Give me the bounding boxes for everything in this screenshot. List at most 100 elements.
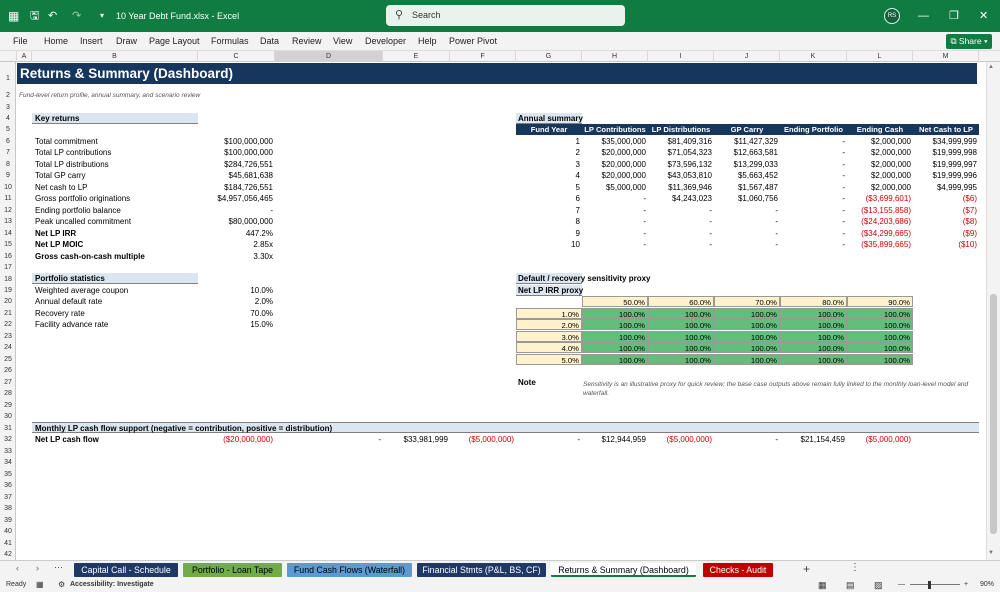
sens-cell[interactable]: 100.0% (847, 354, 913, 365)
as-cell[interactable]: $1,060,756 (714, 193, 778, 204)
sens-cell[interactable]: 100.0% (847, 331, 913, 342)
tab-options-icon[interactable]: ⋮ (850, 562, 860, 573)
monthly-cell[interactable]: $12,944,959 (582, 434, 647, 445)
share-button[interactable]: ⧉ Share ▾ (946, 34, 992, 49)
sheet-tab[interactable]: Portfolio - Loan Tape (183, 563, 282, 577)
minimize-icon[interactable]: — (918, 0, 929, 32)
as-cell[interactable]: ($10) (913, 239, 977, 250)
monthly-cell[interactable]: ($5,000,000) (450, 434, 514, 445)
scroll-thumb[interactable] (990, 294, 997, 534)
as-cell[interactable]: $35,000,000 (582, 136, 647, 147)
menu-home[interactable]: Home (44, 32, 68, 51)
row-header[interactable]: 29 (0, 400, 16, 411)
sens-row-value[interactable]: 2.0% (516, 319, 582, 330)
zoom-level[interactable]: 90% (980, 578, 994, 592)
macro-icon[interactable]: ▦ (36, 578, 44, 592)
as-fund-year[interactable]: 9 (516, 228, 580, 239)
row-header[interactable]: 16 (0, 251, 16, 262)
kr-value[interactable]: $100,000,000 (198, 136, 273, 147)
sens-row-value[interactable]: 1.0% (516, 308, 582, 319)
row-header[interactable]: 38 (0, 503, 16, 514)
as-cell[interactable]: $4,999,995 (913, 182, 977, 193)
tab-more-icon[interactable]: ⋯ (54, 562, 63, 573)
sens-cell[interactable]: 100.0% (648, 354, 714, 365)
sens-cell[interactable]: 100.0% (582, 319, 648, 330)
row-header[interactable]: 22 (0, 319, 16, 330)
row-header[interactable]: 25 (0, 354, 16, 365)
as-cell[interactable]: $1,567,487 (714, 182, 778, 193)
as-cell[interactable]: $20,000,000 (582, 159, 647, 170)
row-header[interactable]: 31 (0, 423, 16, 434)
sens-cell[interactable]: 100.0% (780, 331, 847, 342)
autosave-icon[interactable]: 🖫 (30, 0, 39, 32)
row-header[interactable]: 17 (0, 262, 16, 273)
sens-col-value[interactable]: 60.0% (648, 296, 714, 307)
sens-cell[interactable]: 100.0% (582, 308, 648, 319)
monthly-cell[interactable]: ($20,000,000) (198, 434, 273, 445)
monthly-cell[interactable]: $21,154,459 (780, 434, 846, 445)
as-fund-year[interactable]: 3 (516, 159, 580, 170)
as-cell[interactable]: - (780, 182, 845, 193)
monthly-cell[interactable]: - (275, 434, 381, 445)
column-header[interactable]: C (198, 51, 275, 62)
as-cell[interactable]: $11,427,329 (714, 136, 778, 147)
row-header[interactable]: 12 (0, 205, 16, 216)
menu-data[interactable]: Data (260, 32, 279, 51)
as-cell[interactable]: $20,000,000 (582, 147, 647, 158)
as-cell[interactable]: - (582, 193, 646, 204)
row-header[interactable]: 34 (0, 457, 16, 468)
sens-col-value[interactable]: 50.0% (582, 296, 648, 307)
as-cell[interactable]: $2,000,000 (847, 159, 911, 170)
row-header[interactable]: 13 (0, 216, 16, 227)
as-fund-year[interactable]: 4 (516, 170, 580, 181)
menu-power-pivot[interactable]: Power Pivot (449, 32, 497, 51)
row-header[interactable]: 30 (0, 411, 16, 422)
add-sheet-icon[interactable]: + (803, 562, 810, 576)
as-cell[interactable]: $19,999,996 (913, 170, 978, 181)
row-header[interactable]: 10 (0, 182, 16, 193)
as-cell[interactable]: - (780, 147, 845, 158)
redo-icon[interactable]: ↷ (72, 0, 81, 32)
sens-col-value[interactable]: 70.0% (714, 296, 780, 307)
row-header[interactable]: 39 (0, 515, 16, 526)
row-header[interactable]: 8 (0, 159, 16, 170)
kr-value[interactable]: $45,681,638 (198, 170, 274, 181)
sens-cell[interactable]: 100.0% (714, 331, 780, 342)
as-cell[interactable]: ($8) (913, 216, 977, 227)
as-cell[interactable]: ($35,899,665) (847, 239, 911, 250)
zoom-slider[interactable] (910, 584, 960, 585)
ps-value[interactable]: 10.0% (198, 285, 273, 296)
menu-developer[interactable]: Developer (365, 32, 406, 51)
ps-value[interactable]: 70.0% (198, 308, 273, 319)
ps-value[interactable]: 2.0% (198, 296, 273, 307)
tab-prev-icon[interactable]: ‹ (16, 563, 19, 573)
kr-value[interactable]: 2.85x (198, 239, 273, 250)
sens-cell[interactable]: 100.0% (648, 308, 714, 319)
zoom-out-icon[interactable]: — (898, 578, 905, 592)
as-cell[interactable]: - (780, 239, 845, 250)
as-cell[interactable]: $13,299,033 (714, 159, 779, 170)
kr-value[interactable]: $4,957,056,465 (198, 193, 273, 204)
as-cell[interactable]: $19,999,997 (913, 159, 978, 170)
column-header[interactable]: F (450, 51, 516, 62)
sens-cell[interactable]: 100.0% (582, 354, 648, 365)
row-header[interactable]: 32 (0, 434, 16, 445)
as-cell[interactable]: ($3,699,601) (847, 193, 911, 204)
sheet-tab[interactable]: Returns & Summary (Dashboard) (551, 563, 696, 577)
as-cell[interactable]: - (714, 216, 778, 227)
row-header[interactable]: 2 (0, 90, 16, 101)
as-cell[interactable]: - (714, 205, 778, 216)
monthly-cell[interactable]: - (714, 434, 778, 445)
row-header[interactable]: 26 (0, 365, 16, 376)
as-cell[interactable]: $19,999,998 (913, 147, 978, 158)
column-header[interactable]: K (780, 51, 847, 62)
column-header[interactable]: A (17, 51, 32, 62)
sheet-tab[interactable]: Financial Stmts (P&L, BS, CF) (417, 563, 546, 577)
sens-cell[interactable]: 100.0% (780, 354, 847, 365)
sens-cell[interactable]: 100.0% (847, 319, 913, 330)
as-cell[interactable]: ($24,203,686) (847, 216, 911, 227)
sens-row-value[interactable]: 3.0% (516, 331, 582, 342)
as-cell[interactable]: $5,663,452 (714, 170, 778, 181)
as-fund-year[interactable]: 8 (516, 216, 580, 227)
kr-value[interactable]: $80,000,000 (198, 216, 274, 227)
